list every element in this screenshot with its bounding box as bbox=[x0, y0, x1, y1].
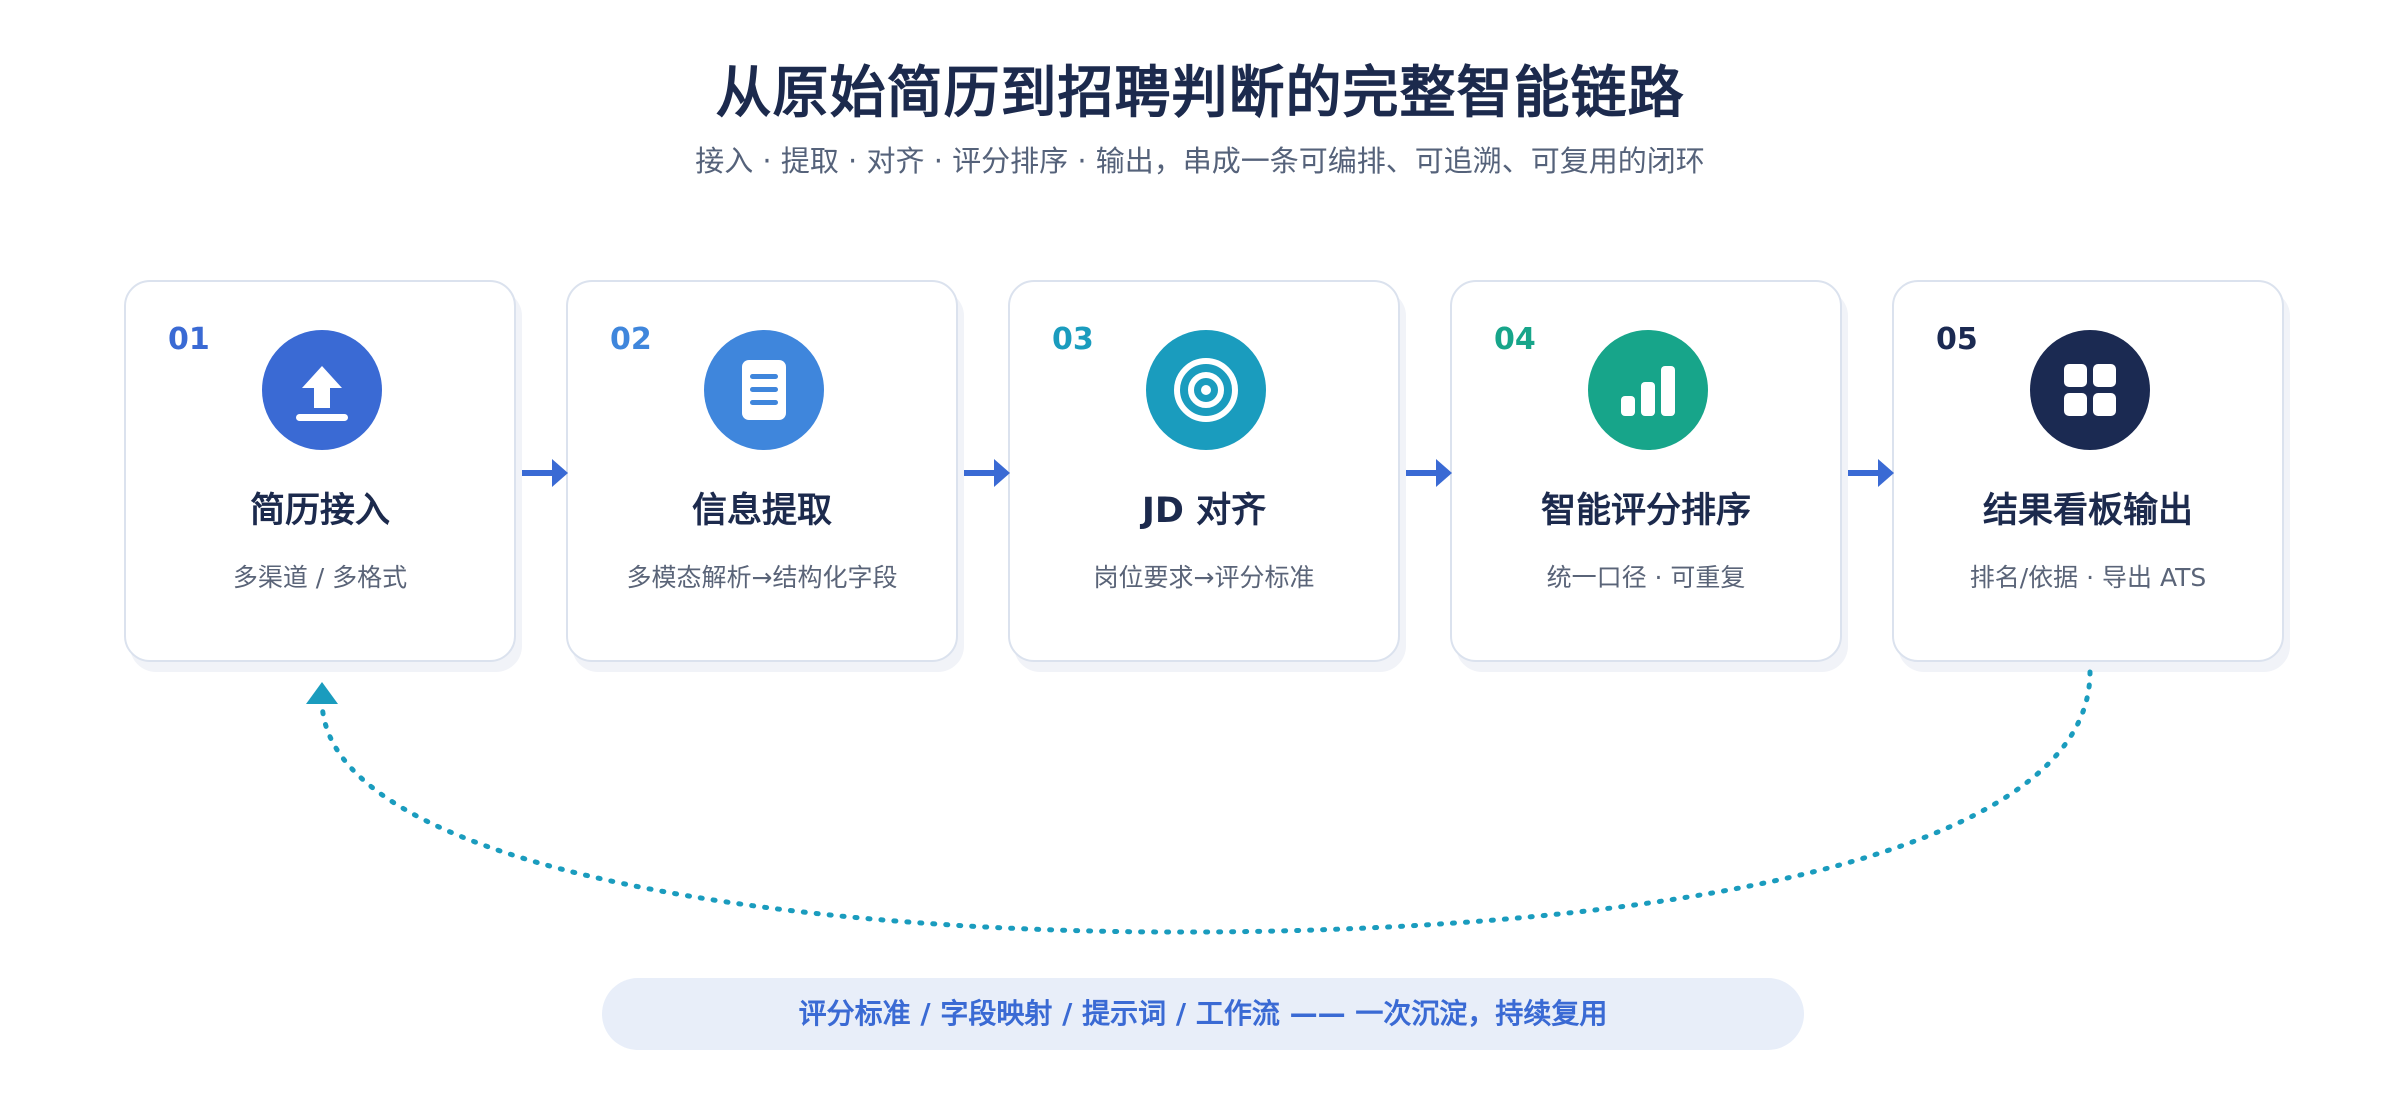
bar-chart-icon bbox=[1588, 330, 1708, 450]
step-description: 统一口径 · 可重复 bbox=[1546, 563, 1746, 592]
target-icon bbox=[1146, 330, 1266, 450]
step-number: 05 bbox=[1936, 322, 1978, 357]
step-title: JD 对齐 bbox=[1141, 491, 1267, 531]
step-card-3: 03 JD 对齐 岗位要求→评分标准 bbox=[1008, 280, 1400, 662]
arrow-up-icon bbox=[306, 682, 338, 704]
step-title: 简历接入 bbox=[249, 491, 390, 531]
arrow-right-icon bbox=[1848, 459, 1894, 487]
step-number: 02 bbox=[610, 322, 652, 357]
document-icon bbox=[704, 330, 824, 450]
reuse-summary-banner: 评分标准 / 字段映射 / 提示词 / 工作流 —— 一次沉淀，持续复用 bbox=[602, 978, 1804, 1050]
step-number: 01 bbox=[168, 322, 210, 357]
step-number: 04 bbox=[1494, 322, 1536, 357]
step-card-4: 04 智能评分排序 统一口径 · 可重复 bbox=[1450, 280, 1842, 662]
page-title: 从原始简历到招聘判断的完整智能链路 bbox=[715, 61, 1685, 126]
step-title: 智能评分排序 bbox=[1540, 491, 1751, 531]
step-description: 排名/依据 · 导出 ATS bbox=[1969, 563, 2207, 592]
step-description: 岗位要求→评分标准 bbox=[1093, 563, 1315, 592]
dashboard-icon bbox=[2030, 330, 2150, 450]
step-card-1: 01 简历接入 多渠道 / 多格式 bbox=[124, 280, 516, 662]
step-card-2: 02 信息提取 多模态解析→结构化字段 bbox=[566, 280, 958, 662]
page-subtitle: 接入 · 提取 · 对齐 · 评分排序 · 输出，串成一条可编排、可追溯、可复用… bbox=[695, 144, 1705, 178]
arrow-right-icon bbox=[964, 459, 1010, 487]
arrow-right-icon bbox=[522, 459, 568, 487]
step-description: 多渠道 / 多格式 bbox=[232, 563, 408, 592]
step-card-5: 05 结果看板输出 排名/依据 · 导出 ATS bbox=[1892, 280, 2284, 662]
step-description: 多模态解析→结构化字段 bbox=[626, 563, 898, 592]
step-number: 03 bbox=[1052, 322, 1094, 357]
arrow-right-icon bbox=[1406, 459, 1452, 487]
upload-icon bbox=[262, 330, 382, 450]
step-title: 结果看板输出 bbox=[1982, 491, 2193, 531]
step-title: 信息提取 bbox=[691, 491, 832, 531]
